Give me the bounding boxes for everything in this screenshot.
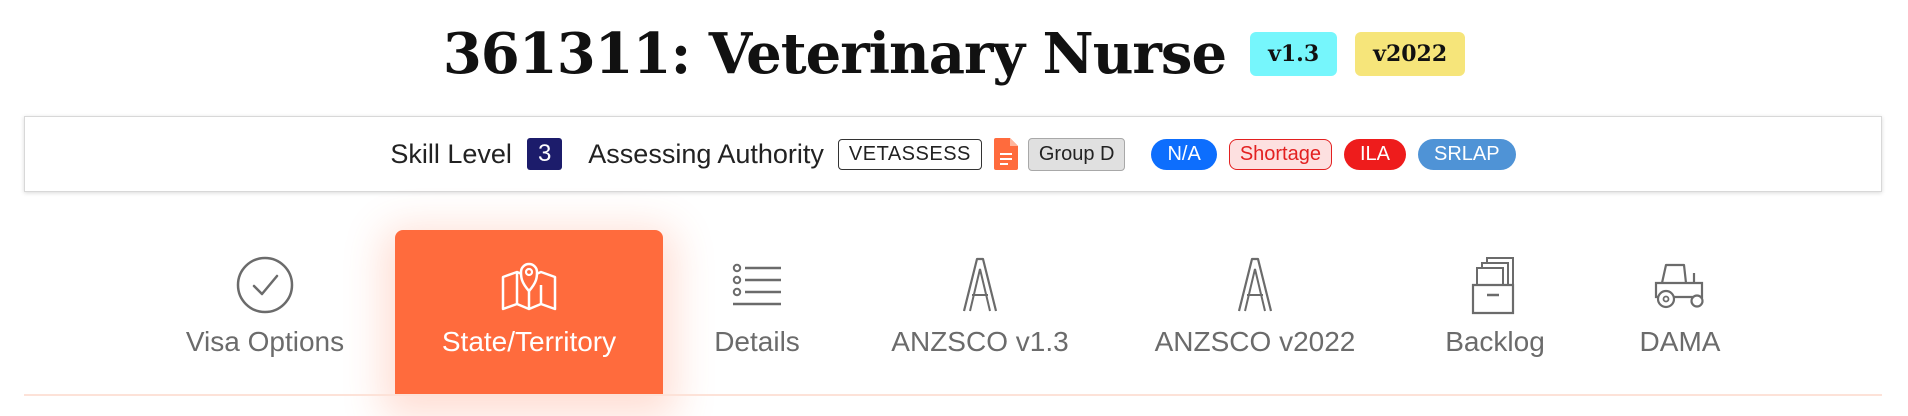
tab-label: DAMA — [1639, 326, 1721, 357]
skill-level-value: 3 — [526, 138, 563, 170]
assessing-authority-label: Assessing Authority — [588, 138, 824, 169]
version-badge-v2022[interactable]: v2022 — [1355, 32, 1466, 76]
tag-ila[interactable]: ILA — [1343, 138, 1407, 170]
version-badge-v1-3[interactable]: v1.3 — [1250, 32, 1338, 76]
tab-label: ANZSCO v2022 — [1154, 326, 1356, 357]
tab-label: Details — [714, 326, 800, 357]
tab-state-territory[interactable]: State/Territory — [395, 230, 663, 395]
tag-na[interactable]: N/A — [1151, 138, 1217, 170]
tag-srlap[interactable]: SRLAP — [1418, 138, 1516, 170]
archive-box-icon — [1465, 255, 1525, 322]
check-circle-icon — [235, 255, 295, 322]
tab-backlog[interactable]: Backlog — [1430, 230, 1560, 395]
letter-a-icon — [1225, 255, 1285, 322]
tag-shortage[interactable]: Shortage — [1228, 138, 1332, 170]
tab-underline — [24, 394, 1882, 396]
tab-label: ANZSCO v1.3 — [891, 326, 1069, 357]
group-badge: Group D — [1027, 137, 1126, 171]
tab-bar: Visa Options State/Territory Details ANZ… — [0, 230, 1908, 396]
letter-a-icon — [950, 255, 1010, 322]
document-icon[interactable] — [993, 138, 1018, 170]
tab-dama[interactable]: DAMA — [1620, 230, 1740, 395]
assessing-authority-value[interactable]: VETASSESS — [837, 138, 982, 170]
tab-label: State/Territory — [441, 326, 617, 357]
tab-label: Backlog — [1445, 326, 1545, 357]
list-icon — [727, 255, 787, 322]
tab-anzsco-v1-3[interactable]: ANZSCO v1.3 — [880, 230, 1080, 395]
page-title: 361311: Veterinary Nurse — [442, 21, 1227, 87]
title-row: 361311: Veterinary Nurse v1.3 v2022 — [0, 14, 1908, 94]
skill-level-label: Skill Level — [390, 138, 512, 169]
tractor-icon — [1650, 255, 1710, 322]
occupation-info-card: Skill Level 3 Assessing Authority VETASS… — [24, 116, 1882, 192]
tab-details[interactable]: Details — [697, 230, 817, 395]
map-pin-icon — [499, 255, 559, 322]
tab-label: Visa Options — [185, 326, 345, 357]
tab-visa-options[interactable]: Visa Options — [165, 230, 365, 395]
tab-anzsco-v2022[interactable]: ANZSCO v2022 — [1150, 230, 1360, 395]
